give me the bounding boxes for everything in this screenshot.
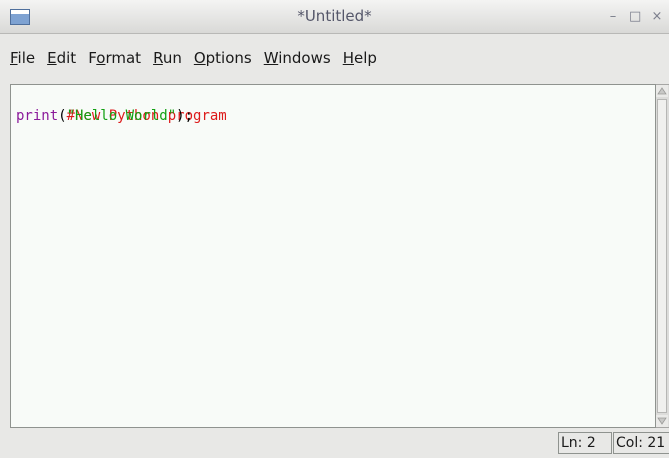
menu-edit-mnemonic: E bbox=[47, 49, 57, 67]
menu-options[interactable]: Options bbox=[194, 49, 252, 67]
menu-bar: File Edit Format Run Options Windows Hel… bbox=[0, 40, 669, 76]
close-icon[interactable]: × bbox=[651, 8, 663, 26]
menu-windows-mnemonic: W bbox=[263, 49, 279, 67]
menu-file-label: ile bbox=[17, 49, 36, 67]
vertical-scrollbar[interactable] bbox=[656, 84, 669, 428]
close-paren-token: ); bbox=[176, 108, 194, 124]
window-title: *Untitled* bbox=[297, 7, 372, 25]
menu-format-label: rmat bbox=[105, 49, 142, 67]
scroll-up-icon[interactable] bbox=[656, 85, 668, 97]
scroll-down-icon[interactable] bbox=[656, 415, 668, 427]
menu-windows-label: indows bbox=[278, 49, 331, 67]
scroll-thumb[interactable] bbox=[657, 99, 667, 413]
minimize-icon[interactable]: – bbox=[607, 8, 619, 26]
menu-help-label: elp bbox=[353, 49, 377, 67]
status-column-number: Col: 21 bbox=[613, 432, 669, 454]
idle-editor-window: *Untitled* – □ × File Edit Format Run Op… bbox=[0, 0, 669, 458]
menu-options-mnemonic: O bbox=[193, 49, 206, 67]
menu-run-label: un bbox=[162, 49, 182, 67]
menu-edit[interactable]: Edit bbox=[47, 49, 76, 67]
string-token: "Hello World" bbox=[66, 108, 177, 124]
menu-windows[interactable]: Windows bbox=[264, 49, 331, 67]
maximize-icon[interactable]: □ bbox=[629, 8, 641, 26]
status-line-number: Ln: 2 bbox=[558, 432, 612, 454]
builtin-token: print bbox=[16, 108, 59, 124]
code-line-2: print("Hello World"); bbox=[16, 107, 655, 125]
status-bar: Ln: 2 Col: 21 bbox=[0, 429, 669, 458]
menu-edit-label: dit bbox=[56, 49, 77, 67]
menu-options-label: ptions bbox=[205, 49, 252, 67]
menu-format[interactable]: Format bbox=[88, 49, 141, 67]
menu-run-mnemonic: R bbox=[153, 49, 163, 67]
open-paren-token: ( bbox=[58, 108, 67, 124]
code-editor[interactable]: #New Python program print("Hello World")… bbox=[10, 84, 656, 428]
menu-file[interactable]: File bbox=[10, 49, 35, 67]
code-line-1: #New Python program bbox=[16, 89, 655, 124]
window-controls: – □ × bbox=[607, 8, 663, 26]
menu-help-mnemonic: H bbox=[342, 49, 354, 67]
menu-run[interactable]: Run bbox=[153, 49, 182, 67]
title-bar[interactable]: *Untitled* – □ × bbox=[0, 0, 669, 34]
menu-file-mnemonic: F bbox=[10, 49, 18, 67]
menu-help[interactable]: Help bbox=[343, 49, 377, 67]
